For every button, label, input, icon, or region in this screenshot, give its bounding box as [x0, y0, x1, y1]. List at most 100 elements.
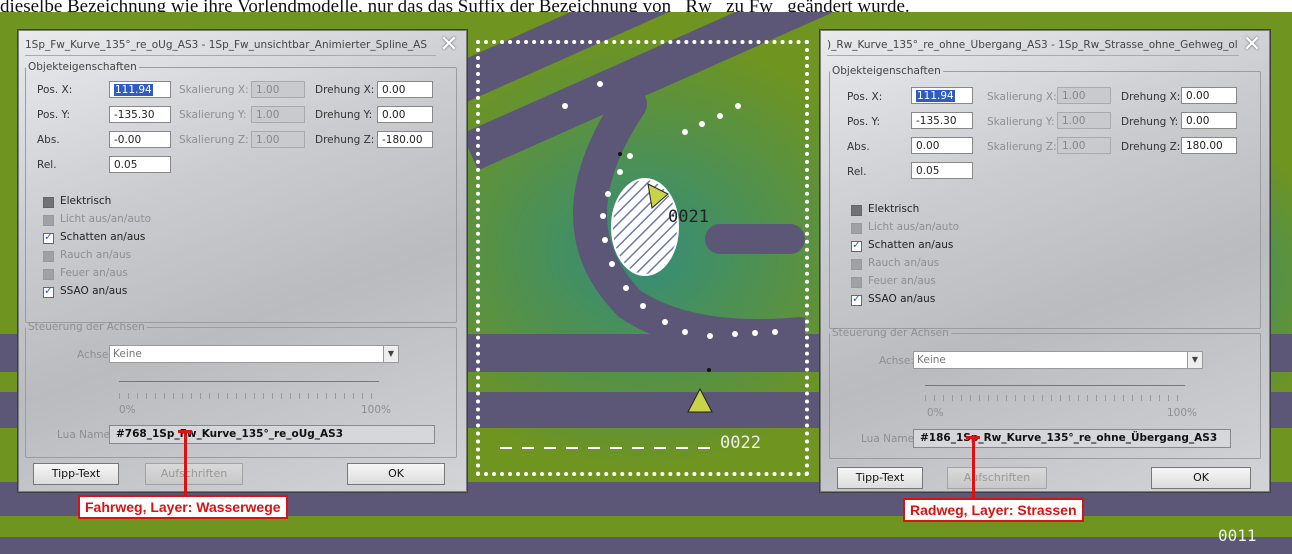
object-properties-group: Objekteigenschaften	[25, 61, 457, 323]
map-view-frame[interactable]: 0021 0022	[476, 40, 817, 476]
slider-min-label: 0%	[119, 404, 136, 416]
rel-field[interactable]: 0.05	[109, 156, 171, 173]
rauch-label: Rauch an/aus	[868, 257, 940, 269]
aufschriften-button: Aufschriften	[145, 463, 243, 485]
rot-z-field[interactable]: 180.00	[1181, 137, 1237, 154]
pos-y-label: Pos. Y:	[37, 109, 71, 121]
pos-x-label: Pos. X:	[37, 84, 73, 96]
map-label-0022: 0022	[720, 433, 761, 453]
achse-label: Achse:	[77, 349, 112, 361]
ssao-checkbox[interactable]	[43, 284, 54, 298]
ok-button[interactable]: OK	[1151, 467, 1251, 489]
abs-field[interactable]: -0.00	[109, 131, 171, 148]
axis-slider-track[interactable]	[119, 381, 379, 382]
axis-slider-track[interactable]	[925, 385, 1185, 386]
road-band	[0, 537, 1292, 554]
licht-checkbox	[43, 215, 54, 226]
schatten-label: Schatten an/aus	[868, 239, 954, 251]
properties-dialog-left[interactable]: 1Sp_Fw_Kurve_135°_re_oUg_AS3 - 1Sp_Fw_un…	[18, 30, 467, 492]
map-scene[interactable]: 0021 0022 1Sp_Fw_Kurve_135°_re_oUg_AS3 -…	[0, 12, 1292, 554]
schatten-label: Schatten an/aus	[60, 231, 146, 243]
hatched-area	[611, 178, 679, 276]
rot-y-field[interactable]: 0.00	[1181, 112, 1237, 129]
ssao-label: SSAO an/aus	[60, 285, 128, 297]
elektrisch-checkbox[interactable]	[43, 197, 54, 208]
slider-max-label: 100%	[361, 404, 392, 416]
scale-z-field: 1.00	[251, 131, 305, 148]
abs-label: Abs.	[847, 141, 870, 153]
lua-name-field[interactable]: #186_1Sp_Rw_Kurve_135°_re_ohne_Übergang_…	[913, 429, 1231, 448]
pos-y-field[interactable]: -135.30	[109, 106, 171, 123]
dialog-title: 1Sp_Fw_Kurve_135°_re_oUg_AS3 - 1Sp_Fw_un…	[25, 39, 436, 56]
rot-x-label: Drehung X:	[315, 84, 375, 96]
scale-y-label: Skalierung Y:	[987, 116, 1055, 128]
abs-field[interactable]: 0.00	[911, 137, 973, 154]
lua-name-label: Lua Name:	[861, 433, 918, 445]
rot-x-field[interactable]: 0.00	[1181, 87, 1237, 104]
rel-label: Rel.	[847, 166, 867, 178]
scale-x-label: Skalierung X:	[179, 84, 249, 96]
achse-select[interactable]: Keine ▼	[913, 351, 1203, 369]
pos-x-label: Pos. X:	[847, 91, 883, 103]
scale-z-label: Skalierung Z:	[987, 141, 1057, 153]
rot-z-field[interactable]: -180.00	[377, 131, 433, 148]
lua-name-field[interactable]: #768_1Sp_Fw_Kurve_135°_re_oUg_AS3	[109, 425, 435, 444]
rot-y-field[interactable]: 0.00	[377, 106, 433, 123]
ok-button[interactable]: OK	[347, 463, 445, 485]
achse-select[interactable]: Keine ▼	[109, 345, 399, 363]
pos-x-field[interactable]: 111.94	[911, 87, 973, 104]
rot-z-label: Drehung Z:	[1121, 141, 1181, 153]
properties-dialog-right[interactable]: )_Rw_Kurve_135°_re_ohne_Übergang_AS3 - 1…	[820, 30, 1270, 492]
rel-label: Rel.	[37, 159, 57, 171]
schatten-checkbox[interactable]	[43, 230, 54, 244]
elektrisch-label: Elektrisch	[868, 203, 920, 215]
schatten-checkbox[interactable]	[851, 238, 862, 252]
ssao-checkbox[interactable]	[851, 292, 862, 306]
annotation-radweg: Radweg, Layer: Strassen	[903, 498, 1084, 522]
tipp-text-button[interactable]: Tipp-Text	[837, 467, 923, 489]
scale-x-field: 1.00	[251, 81, 305, 98]
scale-z-label: Skalierung Z:	[179, 134, 249, 146]
rel-field[interactable]: 0.05	[911, 162, 973, 179]
abs-label: Abs.	[37, 134, 60, 146]
annotation-pointer-line	[184, 430, 187, 496]
road-stub	[705, 224, 805, 254]
axis-slider-ticks	[925, 395, 1185, 401]
feuer-label: Feuer an/aus	[60, 267, 128, 279]
close-icon[interactable]: ✕	[438, 34, 460, 57]
tipp-text-button[interactable]: Tipp-Text	[33, 463, 119, 485]
feuer-checkbox	[43, 269, 54, 280]
signal-arrow-icon	[687, 387, 713, 413]
feuer-checkbox	[851, 277, 862, 288]
rot-x-label: Drehung X:	[1121, 91, 1181, 103]
licht-checkbox	[851, 223, 862, 234]
dialog-title: )_Rw_Kurve_135°_re_ohne_Übergang_AS3 - 1…	[827, 39, 1239, 56]
close-icon[interactable]: ✕	[1241, 34, 1263, 57]
scale-y-field: 1.00	[251, 106, 305, 123]
pos-y-label: Pos. Y:	[847, 116, 881, 128]
licht-label: Licht aus/an/auto	[868, 221, 960, 233]
aufschriften-button: Aufschriften	[947, 467, 1047, 489]
group-title: Objekteigenschaften	[28, 61, 137, 73]
group-title: Objekteigenschaften	[832, 65, 941, 77]
rot-z-label: Drehung Z:	[315, 134, 375, 146]
rot-y-label: Drehung Y:	[1121, 116, 1179, 128]
lua-name-label: Lua Name:	[57, 429, 114, 441]
scale-z-field: 1.00	[1057, 137, 1111, 154]
pos-y-field[interactable]: -135.30	[911, 112, 973, 129]
slider-max-label: 100%	[1167, 407, 1198, 419]
rauch-label: Rauch an/aus	[60, 249, 132, 261]
rot-y-label: Drehung Y:	[315, 109, 373, 121]
rot-x-field[interactable]: 0.00	[377, 81, 433, 98]
pos-x-field[interactable]: 111.94	[109, 81, 171, 98]
elektrisch-checkbox[interactable]	[851, 205, 862, 216]
scale-y-field: 1.00	[1057, 112, 1111, 129]
scale-y-label: Skalierung Y:	[179, 109, 247, 121]
ssao-label: SSAO an/aus	[868, 293, 936, 305]
annotation-pointer-line	[972, 436, 975, 498]
axes-group-title: Steuerung der Achsen	[832, 327, 949, 339]
achse-label: Achse:	[879, 355, 914, 367]
chevron-down-icon: ▼	[1187, 352, 1202, 368]
scale-x-field: 1.00	[1057, 87, 1111, 104]
licht-label: Licht aus/an/auto	[60, 213, 152, 225]
